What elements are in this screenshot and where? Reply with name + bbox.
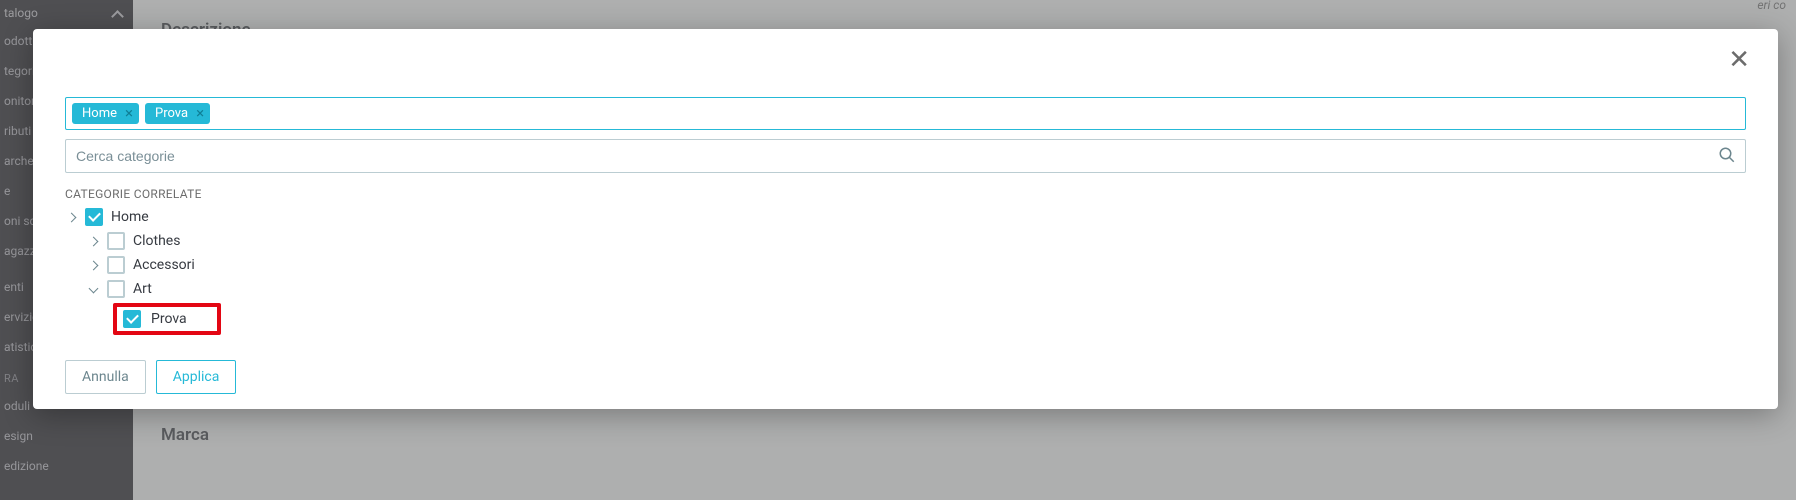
checkbox-art[interactable] bbox=[107, 280, 125, 298]
tree-title: CATEGORIE CORRELATE bbox=[65, 187, 1778, 201]
highlight-annotation: Prova bbox=[113, 303, 221, 335]
tag-prova: Prova × bbox=[145, 103, 210, 124]
chevron-down-icon[interactable] bbox=[87, 283, 99, 295]
close-button[interactable]: ✕ bbox=[1728, 47, 1750, 73]
selected-tags-box[interactable]: Home × Prova × bbox=[65, 97, 1746, 130]
tree-label: Prova bbox=[151, 311, 187, 327]
tree-label: Accessori bbox=[133, 257, 195, 273]
modal-footer: Annulla Applica bbox=[65, 360, 1778, 394]
category-search bbox=[65, 139, 1746, 173]
category-selector-modal: ✕ Home × Prova × CATEGORIE CORRELATE Hom… bbox=[33, 29, 1778, 409]
tag-remove-icon[interactable]: × bbox=[125, 106, 133, 121]
tree-node-prova-highlighted: Prova bbox=[65, 301, 1778, 338]
tree-node-home[interactable]: Home bbox=[65, 205, 1778, 229]
checkbox-accessori[interactable] bbox=[107, 256, 125, 274]
tree-label: Clothes bbox=[133, 233, 180, 249]
tree-node-accessori[interactable]: Accessori bbox=[65, 253, 1778, 277]
tag-home: Home × bbox=[72, 103, 139, 124]
tree-label: Home bbox=[111, 209, 149, 225]
tree-node-art[interactable]: Art bbox=[65, 277, 1778, 301]
apply-button[interactable]: Applica bbox=[156, 360, 237, 394]
checkbox-prova[interactable] bbox=[123, 310, 141, 328]
cancel-button[interactable]: Annulla bbox=[65, 360, 146, 394]
tag-label: Home bbox=[82, 106, 117, 121]
tree-label: Art bbox=[133, 281, 152, 297]
tree-node-clothes[interactable]: Clothes bbox=[65, 229, 1778, 253]
button-label: Annulla bbox=[82, 369, 129, 385]
checkbox-clothes[interactable] bbox=[107, 232, 125, 250]
category-tree: Home Clothes Accessori Art Prova bbox=[65, 205, 1778, 338]
button-label: Applica bbox=[173, 369, 220, 385]
tag-label: Prova bbox=[155, 106, 188, 121]
checkbox-home[interactable] bbox=[85, 208, 103, 226]
chevron-right-icon[interactable] bbox=[87, 259, 99, 271]
tag-remove-icon[interactable]: × bbox=[196, 106, 204, 121]
search-icon bbox=[1718, 146, 1736, 164]
chevron-right-icon[interactable] bbox=[65, 211, 77, 223]
chevron-right-icon[interactable] bbox=[87, 235, 99, 247]
search-input[interactable] bbox=[65, 139, 1746, 173]
